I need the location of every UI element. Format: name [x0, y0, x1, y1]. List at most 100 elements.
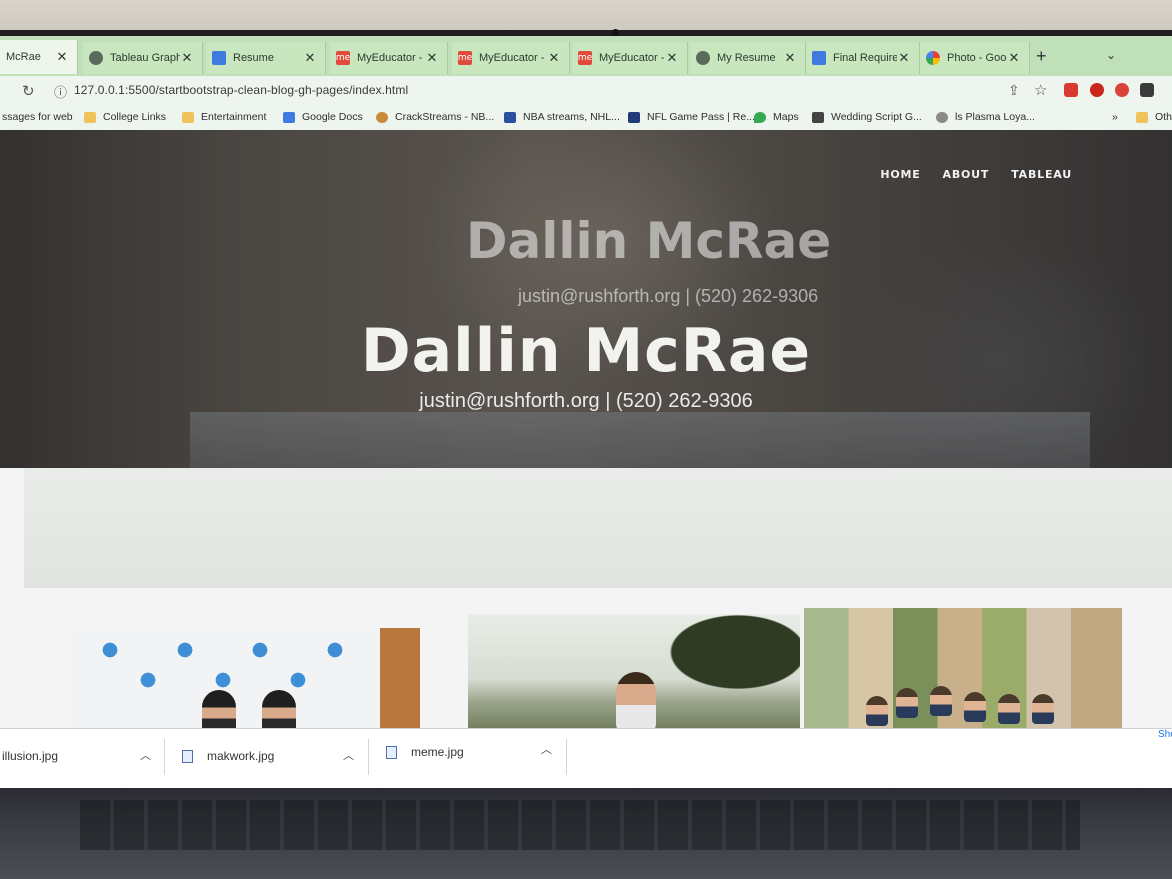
tab-label: Resume	[233, 52, 274, 64]
tab-strip: McRae ✕ Tableau Graph ✕ Resume ✕ me MyEd…	[0, 36, 1172, 76]
close-icon[interactable]: ✕	[1007, 50, 1021, 66]
show-all-downloads[interactable]: Sho	[1158, 729, 1172, 740]
site-nav: HOME ABOUT TABLEAU	[880, 168, 1072, 181]
bookmarks-bar: ssages for web College Links Entertainme…	[0, 106, 1172, 130]
hero-header: Dallin McRae justin@rushforth.org | (520…	[0, 130, 1172, 468]
page-title: Dallin McRae	[360, 316, 812, 386]
bookmark-nfl-game-pass[interactable]: NFL Game Pass | Re...	[628, 111, 755, 123]
nav-home[interactable]: HOME	[880, 168, 920, 181]
folder-icon	[84, 111, 96, 123]
close-icon[interactable]: ✕	[897, 50, 911, 66]
chevron-up-icon[interactable]: ︿	[140, 747, 151, 763]
person	[202, 690, 236, 728]
tab-final-requirements[interactable]: Final Requirem ✕	[806, 42, 920, 74]
person	[998, 694, 1020, 724]
other-bookmarks[interactable]: Oth	[1136, 111, 1172, 123]
close-icon[interactable]: ✕	[303, 50, 317, 66]
bookmark-label: Google Docs	[302, 111, 363, 123]
bookmark-label: NBA streams, NHL...	[523, 111, 620, 123]
tab-resume[interactable]: Resume ✕	[206, 42, 326, 74]
bookmark-crackstreams[interactable]: CrackStreams - NB...	[376, 111, 494, 123]
bookmark-label: Wedding Script G...	[831, 111, 922, 123]
tab-mcrae[interactable]: McRae ✕	[0, 40, 78, 74]
close-icon[interactable]: ✕	[547, 50, 561, 66]
maps-icon	[754, 111, 766, 123]
record-extension-icon[interactable]	[1115, 83, 1129, 97]
photo-olympic-backdrop[interactable]	[70, 628, 420, 728]
download-item[interactable]: illusion.jpg	[2, 749, 58, 763]
bookmarks-overflow-button[interactable]: »	[1112, 111, 1118, 123]
download-filename: makwork.jpg	[207, 749, 275, 763]
bookmark-label: CrackStreams - NB...	[395, 111, 495, 123]
share-icon[interactable]: ⇪	[1008, 82, 1020, 99]
page-icon	[936, 111, 948, 123]
reload-icon[interactable]: ↻	[22, 82, 35, 100]
bookmark-label: NFL Game Pass | Re...	[647, 111, 755, 123]
adblock-extension-icon[interactable]	[1090, 83, 1104, 97]
keyboard	[80, 800, 1080, 850]
tab-label: McRae	[6, 51, 41, 63]
close-icon[interactable]: ✕	[783, 50, 797, 66]
tab-label: MyEducator -	[479, 52, 545, 64]
close-icon[interactable]: ✕	[425, 50, 439, 66]
bookmark-plasma-loyalty[interactable]: ls Plasma Loya...	[936, 111, 1035, 123]
bookmark-messages[interactable]: ssages for web	[2, 111, 73, 123]
nba-icon	[504, 111, 516, 123]
tab-my-resume[interactable]: My Resume ✕	[690, 42, 806, 74]
bookmark-maps[interactable]: Maps	[754, 111, 799, 123]
photo-group-gallery[interactable]	[804, 608, 1122, 728]
myeducator-icon: me	[577, 51, 593, 65]
chevron-up-icon[interactable]: ︿	[343, 747, 354, 763]
file-icon	[182, 749, 193, 763]
tab-myeducator-1[interactable]: me MyEducator - ✕	[330, 42, 448, 74]
address-toolbar: ↻ ⓘ 127.0.0.1:5500/startbootstrap-clean-…	[0, 76, 1172, 106]
photo-mountain-portrait[interactable]	[468, 614, 800, 728]
tab-google-photos[interactable]: Photo - Goog ✕	[920, 42, 1030, 74]
bookmark-nba-streams[interactable]: NBA streams, NHL...	[504, 111, 620, 123]
site-info-icon[interactable]: ⓘ	[54, 82, 67, 101]
tab-myeducator-2[interactable]: me MyEducator - ✕	[452, 42, 570, 74]
folder-icon	[182, 111, 194, 123]
crackstreams-icon	[376, 111, 388, 123]
bookmark-label: Oth	[1155, 111, 1172, 123]
download-filename: meme.jpg	[411, 745, 464, 759]
bookmark-label: ssages for web	[2, 111, 73, 123]
bookmark-star-icon[interactable]: ☆	[1034, 81, 1047, 99]
chevron-up-icon[interactable]: ︿	[541, 741, 552, 757]
bookmark-google-docs[interactable]: Google Docs	[283, 111, 363, 123]
bookmark-entertainment[interactable]: Entertainment	[182, 111, 266, 123]
extensions-puzzle-icon[interactable]	[1140, 83, 1154, 97]
bookmark-label: Entertainment	[201, 111, 267, 123]
tab-search-icon[interactable]: ⌄	[1106, 48, 1116, 62]
person	[964, 692, 986, 722]
bookmark-college-links[interactable]: College Links	[84, 111, 166, 123]
bookmark-label: Maps	[773, 111, 799, 123]
reflection-title: Dallin McRae	[466, 212, 832, 270]
close-icon[interactable]: ✕	[665, 50, 679, 66]
nav-about[interactable]: ABOUT	[943, 168, 990, 181]
myeducator-icon: me	[335, 51, 351, 65]
nav-tableau[interactable]: TABLEAU	[1011, 168, 1072, 181]
docs-icon	[812, 51, 826, 65]
tab-myeducator-3[interactable]: me MyEducator - ✕	[572, 42, 688, 74]
address-bar[interactable]: 127.0.0.1:5500/startbootstrap-clean-blog…	[74, 83, 408, 97]
close-icon[interactable]: ✕	[180, 50, 194, 66]
myeducator-icon: me	[457, 51, 473, 65]
page-icon	[812, 111, 824, 123]
docs-icon	[283, 111, 295, 123]
page-viewport: Dallin McRae justin@rushforth.org | (520…	[0, 130, 1172, 728]
gmail-extension-icon[interactable]	[1064, 83, 1078, 97]
bookmark-wedding-script[interactable]: Wedding Script G...	[812, 111, 922, 123]
close-icon[interactable]: ✕	[55, 49, 69, 65]
person	[262, 690, 296, 728]
download-item[interactable]: meme.jpg	[386, 745, 464, 759]
tab-tableau-graph[interactable]: Tableau Graph ✕	[83, 42, 203, 74]
downloads-shelf: illusion.jpg ︿ makwork.jpg ︿ meme.jpg ︿ …	[0, 728, 1172, 788]
download-item[interactable]: makwork.jpg	[182, 749, 274, 763]
bookmark-label: College Links	[103, 111, 167, 123]
tab-label: My Resume	[717, 52, 776, 64]
divider	[566, 739, 567, 775]
tab-label: MyEducator -	[599, 52, 665, 64]
photo-gallery	[0, 468, 1172, 728]
new-tab-button[interactable]: +	[1036, 46, 1047, 67]
